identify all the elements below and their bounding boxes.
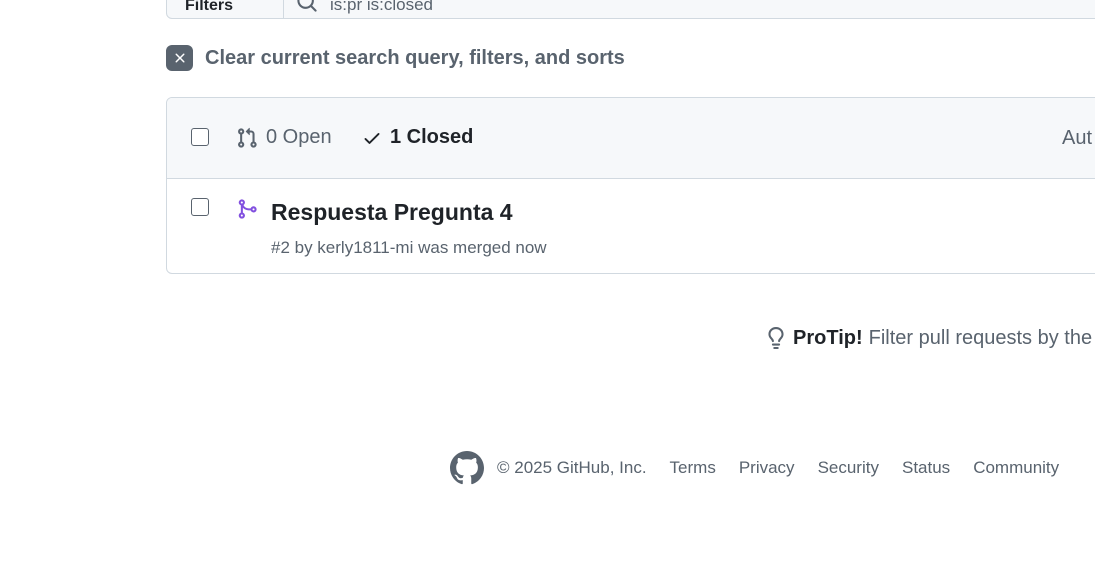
filters-button[interactable]: Filters <box>167 0 284 18</box>
clear-search-label: Clear current search query, filters, and… <box>205 46 625 69</box>
check-icon <box>364 132 380 144</box>
footer-link-terms[interactable]: Terms <box>670 458 716 478</box>
footer: © 2025 GitHub, Inc. Terms Privacy Securi… <box>450 451 1082 485</box>
list-header: 0 Open 1 Closed Aut <box>167 98 1095 179</box>
light-bulb-icon <box>768 327 784 349</box>
search-input[interactable]: is:pr is:closed <box>284 0 1095 18</box>
github-logo-icon[interactable] <box>450 451 484 485</box>
search-query-text: is:pr is:closed <box>330 0 433 14</box>
list-item: Respuesta Pregunta 4 #2 by kerly1811-mi … <box>167 179 1095 273</box>
pull-request-list: 0 Open 1 Closed Aut Respuesta Pregunta 4… <box>166 97 1095 274</box>
select-all-checkbox[interactable] <box>191 128 209 146</box>
closed-filter-link[interactable]: 1 Closed <box>362 126 473 149</box>
pull-request-icon <box>238 127 257 148</box>
footer-link-privacy[interactable]: Privacy <box>739 458 795 478</box>
search-icon <box>297 0 317 12</box>
open-filter-link[interactable]: 0 Open <box>236 126 332 149</box>
open-count-label: 0 Open <box>266 126 332 148</box>
footer-link-community[interactable]: Community <box>973 458 1059 478</box>
protip-text: Filter pull requests by the <box>868 326 1093 349</box>
close-icon <box>166 45 193 71</box>
search-filter-bar: Filters is:pr is:closed <box>166 0 1095 19</box>
protip: ProTip! Filter pull requests by the <box>765 326 1092 350</box>
row-checkbox[interactable] <box>191 198 209 216</box>
clear-search-button[interactable]: Clear current search query, filters, and… <box>166 45 625 71</box>
author-filter-dropdown[interactable]: Aut <box>1062 127 1092 150</box>
closed-count-label: 1 Closed <box>390 126 474 148</box>
protip-label: ProTip! <box>793 326 863 349</box>
pull-request-meta: #2 by kerly1811-mi was merged now <box>271 238 547 257</box>
copyright-text: © 2025 GitHub, Inc. <box>497 458 647 477</box>
pull-request-title-link[interactable]: Respuesta Pregunta 4 <box>271 199 513 226</box>
footer-link-security[interactable]: Security <box>818 458 879 478</box>
footer-link-status[interactable]: Status <box>902 458 950 478</box>
git-merge-icon <box>238 199 257 219</box>
